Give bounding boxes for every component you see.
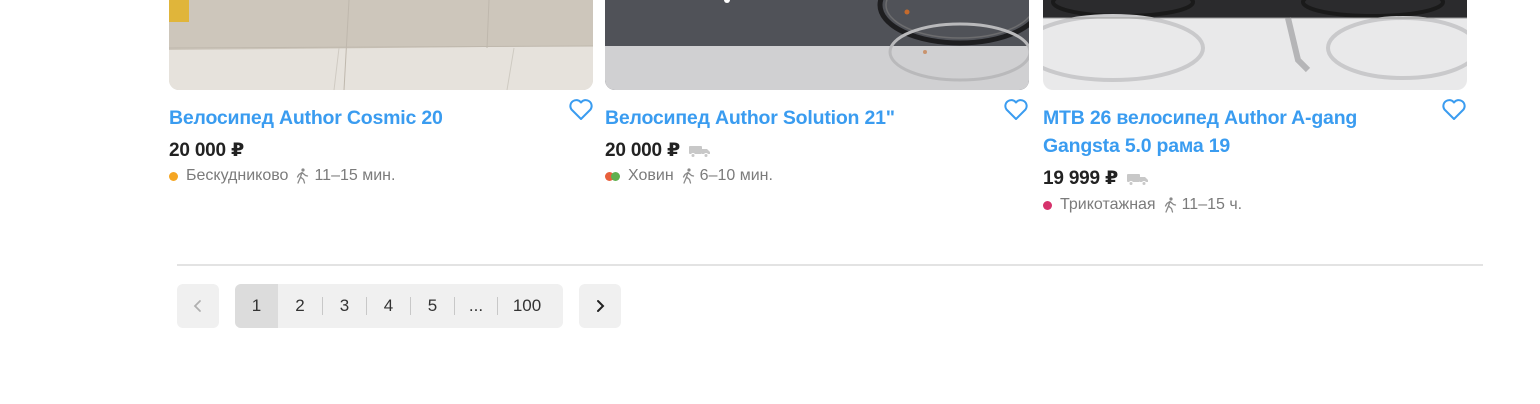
page-2-button[interactable]: 2 — [278, 284, 322, 328]
walk-time: 11–15 мин. — [314, 167, 396, 184]
product-price: 20 000 ₽ — [169, 139, 244, 162]
page-5-button[interactable]: 5 — [411, 284, 454, 328]
page-3-button[interactable]: 3 — [323, 284, 366, 328]
chevron-right-icon — [597, 300, 605, 312]
delivery-truck-icon — [689, 145, 711, 158]
walk-time: 6–10 мин. — [699, 167, 773, 184]
location: Трикотажная 11–15 ч. — [1043, 196, 1242, 214]
product-image[interactable] — [605, 0, 1029, 90]
next-page-button[interactable] — [579, 284, 621, 328]
favorite-heart-icon[interactable] — [1441, 98, 1467, 122]
metro-station: Ховин — [628, 167, 674, 184]
walking-icon — [682, 168, 694, 184]
product-title[interactable]: МТВ 26 велосипед Author A-gang Gangsta 5… — [1043, 104, 1423, 160]
favorite-heart-icon[interactable] — [568, 98, 594, 122]
metro-line-dot — [605, 171, 620, 181]
product-title[interactable]: Велосипед Author Solution 21" — [605, 104, 985, 132]
divider — [177, 264, 1483, 266]
product-image[interactable] — [1043, 0, 1467, 90]
page-100-button[interactable]: 100 — [498, 284, 556, 328]
metro-station: Бескудниково — [186, 167, 289, 184]
location: Бескудниково 11–15 мин. — [169, 167, 395, 185]
page-4-button[interactable]: 4 — [367, 284, 410, 328]
walking-icon — [297, 168, 309, 184]
page-1-button[interactable]: 1 — [235, 284, 278, 328]
metro-line-dot — [169, 171, 178, 181]
pagination: 1 2 3 4 5 ... 100 — [235, 284, 563, 328]
product-title[interactable]: Велосипед Author Cosmic 20 — [169, 104, 549, 132]
product-image[interactable] — [169, 0, 593, 90]
price-value: 19 999 ₽ — [1043, 168, 1119, 189]
metro-line-dot — [1043, 200, 1052, 210]
delivery-truck-icon — [1127, 173, 1149, 186]
product-price: 20 000 ₽ — [605, 139, 712, 162]
price-value: 20 000 ₽ — [605, 140, 681, 161]
location: Ховин 6–10 мин. — [605, 167, 773, 185]
product-price: 19 999 ₽ — [1043, 167, 1150, 190]
walking-icon — [1164, 197, 1176, 213]
metro-station: Трикотажная — [1060, 196, 1156, 213]
chevron-left-icon — [193, 300, 201, 312]
favorite-heart-icon[interactable] — [1003, 98, 1029, 122]
price-value: 20 000 ₽ — [169, 140, 245, 161]
prev-page-button[interactable] — [177, 284, 219, 328]
walk-time: 11–15 ч. — [1181, 196, 1243, 213]
page-ellipsis: ... — [468, 296, 484, 315]
